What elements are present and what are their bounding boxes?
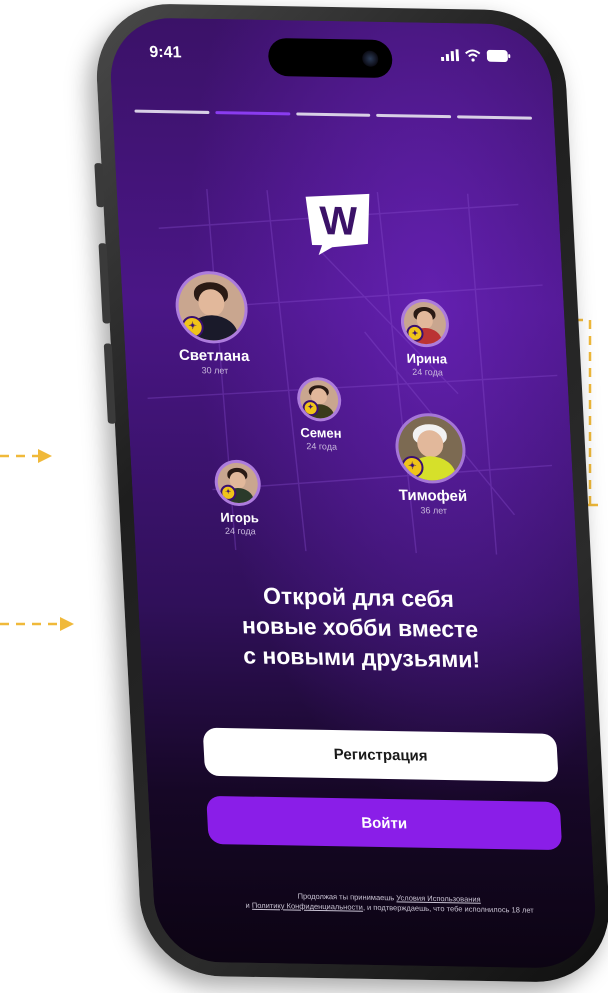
- person-age: 36 лет: [420, 505, 448, 516]
- person-age: 24 года: [306, 441, 338, 452]
- avatar: ✦: [399, 298, 451, 348]
- person-age: 24 года: [224, 525, 256, 537]
- hobby-badge-icon: ✦: [400, 455, 425, 479]
- headline-line-3: с новыми друзьями!: [242, 642, 481, 673]
- app-logo: W: [305, 193, 370, 256]
- hobby-badge-icon: ✦: [181, 315, 205, 339]
- avatar: ✦: [173, 270, 250, 344]
- profile-card-semen[interactable]: ✦ Семен 24 года: [280, 376, 360, 452]
- register-button[interactable]: Регистрация: [202, 727, 559, 782]
- wifi-icon: [465, 49, 481, 62]
- progress-step-3: [295, 112, 371, 117]
- signal-icon: [440, 49, 460, 62]
- profile-card-timofey[interactable]: ✦ Тимофей 36 лет: [374, 412, 489, 516]
- legal-suffix: , и подтверждаешь, что тебе исполнилось …: [362, 902, 534, 915]
- progress-step-1: [134, 109, 210, 114]
- login-button[interactable]: Войти: [206, 795, 563, 851]
- avatar: ✦: [393, 412, 468, 484]
- hobby-badge-icon: ✦: [219, 484, 237, 501]
- legal-prefix: Продолжая ты принимаешь: [297, 891, 395, 903]
- phone-frame: 9:41 W ✦ Светлана 30 лет ✦ Ирина 24 года…: [92, 2, 608, 984]
- status-bar: 9:41: [149, 44, 512, 74]
- avatar: ✦: [296, 376, 343, 422]
- person-age: 30 лет: [201, 365, 229, 376]
- status-time: 9:41: [148, 43, 182, 62]
- phone-mockup: 9:41 W ✦ Светлана 30 лет ✦ Ирина 24 года…: [0, 0, 608, 993]
- terms-link[interactable]: Условия Использования: [396, 893, 481, 903]
- privacy-link[interactable]: Политику Конфиденциальности: [252, 901, 363, 912]
- progress-step-5: [457, 115, 533, 120]
- app-screen: 9:41 W ✦ Светлана 30 лет ✦ Ирина 24 года…: [107, 17, 599, 969]
- legal-disclaimer: Продолжая ты принимаешь Условия Использо…: [223, 890, 556, 916]
- onboarding-progress: [134, 109, 533, 120]
- phone-volume-up-button: [98, 243, 111, 324]
- phone-side-button: [94, 163, 105, 208]
- person-name: Игорь: [219, 509, 260, 526]
- profile-card-irina[interactable]: ✦ Ирина 24 года: [384, 298, 468, 378]
- avatar: ✦: [213, 459, 262, 507]
- onboarding-headline: Открой для себя новые хобби вместе с нов…: [137, 578, 583, 676]
- person-age: 24 года: [411, 366, 444, 378]
- person-name: Семен: [299, 424, 342, 441]
- hobby-badge-icon: ✦: [302, 399, 320, 417]
- progress-step-2: [215, 111, 290, 116]
- status-icons: [440, 49, 512, 63]
- person-name: Светлана: [178, 346, 250, 366]
- profile-card-svetlana[interactable]: ✦ Светлана 30 лет: [165, 270, 260, 376]
- phone-volume-down-button: [103, 343, 116, 424]
- person-name: Тимофей: [398, 486, 468, 506]
- person-name: Ирина: [406, 350, 448, 367]
- battery-icon: [486, 49, 511, 63]
- hobby-badge-icon: ✦: [406, 324, 424, 343]
- progress-step-4: [376, 113, 452, 119]
- app-logo-letter: W: [319, 199, 359, 244]
- profile-card-igor[interactable]: ✦ Игорь 24 года: [197, 459, 281, 537]
- legal-and: и: [245, 900, 250, 910]
